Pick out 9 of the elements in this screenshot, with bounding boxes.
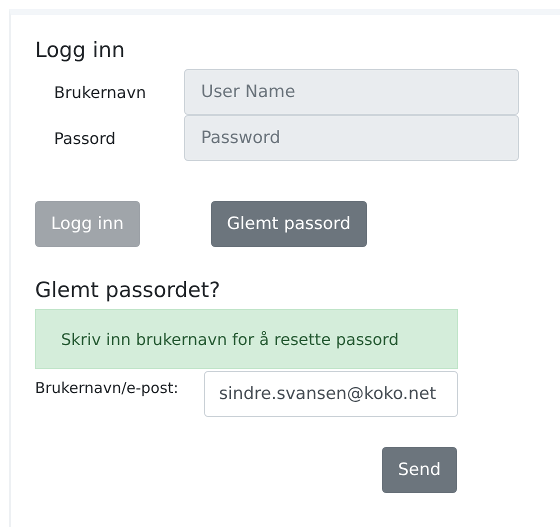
forgot-password-button[interactable]: Glemt passord <box>210 201 367 247</box>
send-button[interactable]: Send <box>382 447 457 493</box>
field-label: Passord <box>53 128 117 148</box>
info-alert: Skriv inn brukernavn for å resette passord <box>35 309 458 369</box>
email-field[interactable]: sindre.svansen@koko.net <box>204 371 458 417</box>
login-heading: Logg inn <box>35 37 126 63</box>
field-label: Brukernavn <box>53 82 148 102</box>
forgot-heading: Glemt passordet? <box>35 277 222 303</box>
field-label: Brukernavn/e-post: <box>35 379 180 397</box>
